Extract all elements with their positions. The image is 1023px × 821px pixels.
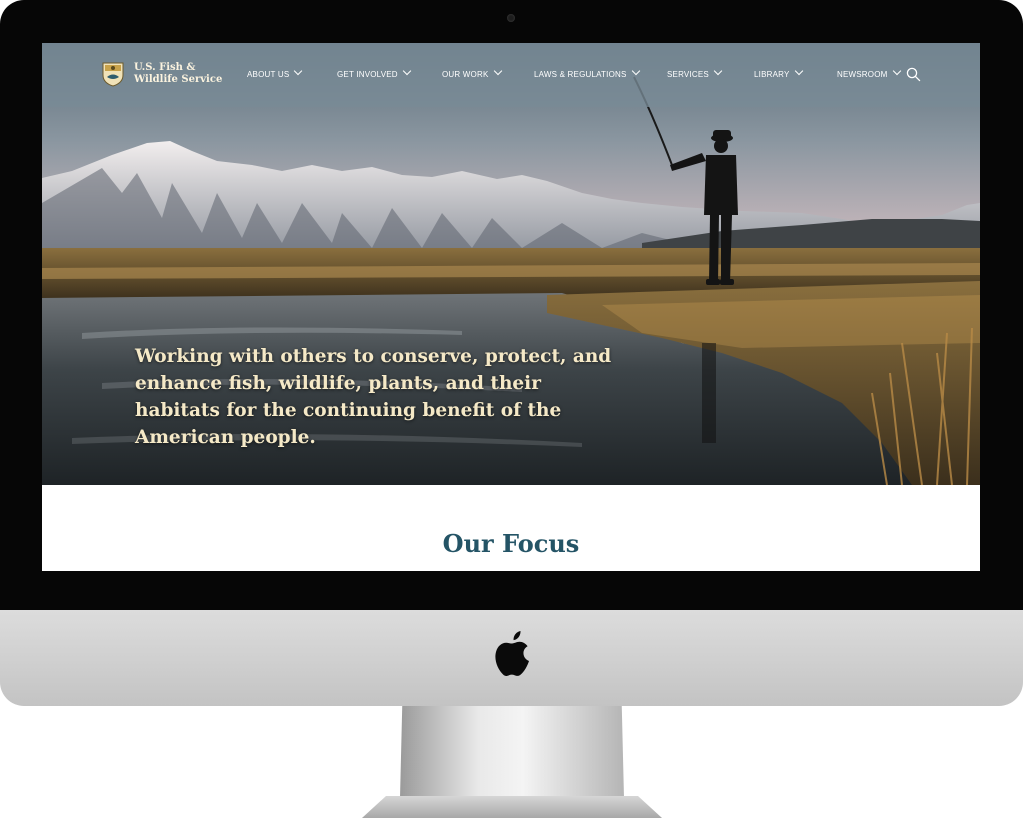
nav-label: ABOUT US xyxy=(247,70,290,79)
nav-label: SERVICES xyxy=(667,70,709,79)
brand-line-1: U.S. Fish & xyxy=(134,62,196,73)
nav-laws-regulations[interactable]: LAWS & REGULATIONS xyxy=(534,66,640,81)
nav-services[interactable]: SERVICES xyxy=(667,66,723,81)
chevron-down-icon xyxy=(631,66,640,76)
chevron-down-icon xyxy=(493,66,502,76)
section-title-our-focus: Our Focus xyxy=(442,529,580,558)
fws-shield-logo-icon[interactable] xyxy=(101,61,125,87)
hero-section: U.S. Fish & Wildlife Service ABOUT US GE… xyxy=(42,43,980,485)
nav-our-work[interactable]: OUR WORK xyxy=(442,66,502,81)
nav-library[interactable]: LIBRARY xyxy=(754,66,803,81)
nav-newsroom[interactable]: NEWSROOM xyxy=(837,66,901,81)
apple-logo-icon xyxy=(495,631,529,676)
chevron-down-icon xyxy=(892,66,901,76)
monitor-stand-base xyxy=(362,796,662,818)
monitor-stand xyxy=(400,706,624,798)
nav-label: GET INVOLVED xyxy=(337,70,398,79)
search-icon[interactable] xyxy=(906,67,921,82)
camera-dot xyxy=(507,14,515,22)
chevron-down-icon xyxy=(294,66,303,76)
nav-label: OUR WORK xyxy=(442,70,489,79)
nav-label: LAWS & REGULATIONS xyxy=(534,70,627,79)
nav-label: LIBRARY xyxy=(754,70,790,79)
browser-viewport: U.S. Fish & Wildlife Service ABOUT US GE… xyxy=(42,43,980,571)
nav-label: NEWSROOM xyxy=(837,70,888,79)
brand-line-2: Wildlife Service xyxy=(134,74,223,85)
chevron-down-icon xyxy=(794,66,803,76)
chevron-down-icon xyxy=(402,66,412,76)
chevron-down-icon xyxy=(713,66,723,76)
hero-tagline: Working with others to conserve, protect… xyxy=(135,346,612,448)
site-brand-name[interactable]: U.S. Fish & Wildlife Service xyxy=(134,62,222,86)
nav-get-involved[interactable]: GET INVOLVED xyxy=(337,66,412,81)
nav-about-us[interactable]: ABOUT US xyxy=(247,66,303,81)
